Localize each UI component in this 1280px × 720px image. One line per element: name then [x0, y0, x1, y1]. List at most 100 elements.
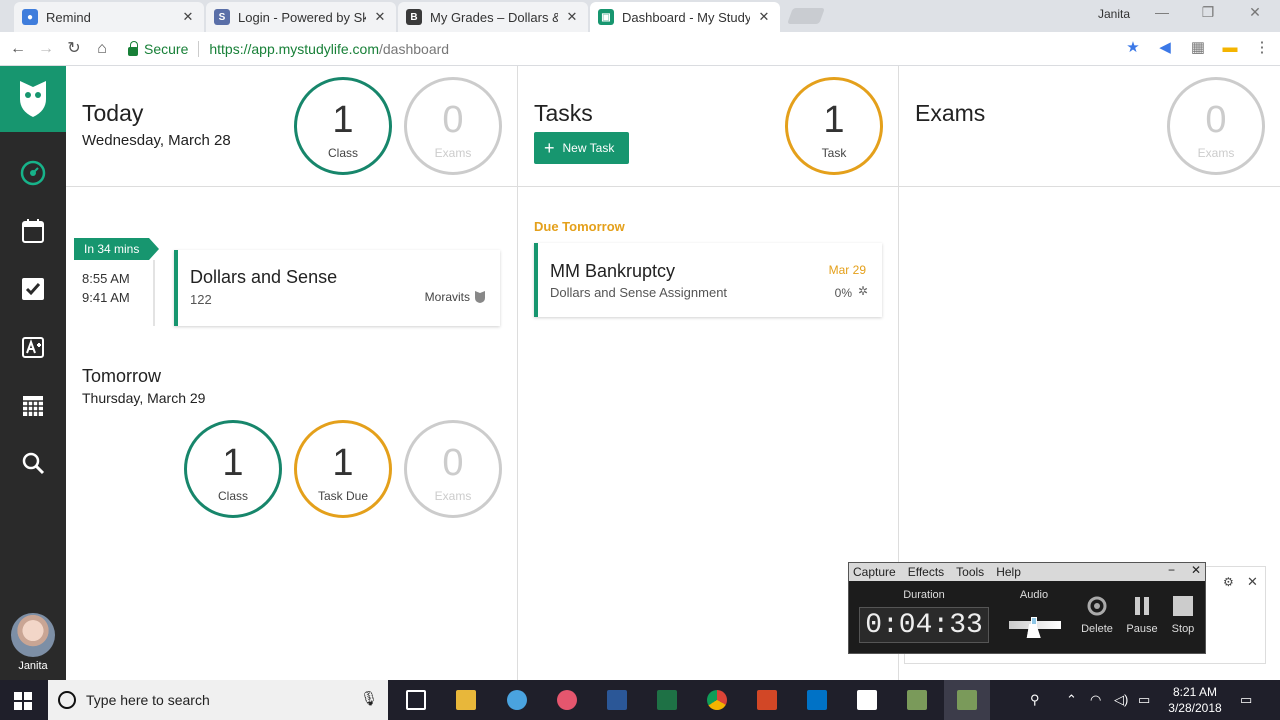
- task-card[interactable]: MM Bankruptcy Dollars and Sense Assignme…: [534, 243, 882, 317]
- tab-remind[interactable]: ● Remind ✕: [14, 2, 204, 32]
- remind-favicon-icon: ●: [22, 9, 38, 25]
- class-room: 122: [190, 292, 212, 307]
- mystudylife-logo[interactable]: [0, 66, 66, 132]
- bookmark-star-icon[interactable]: ★: [1124, 39, 1142, 57]
- tomorrow-exams-ring[interactable]: 0 Exams: [404, 420, 502, 518]
- today-date: Wednesday, March 28: [82, 132, 231, 149]
- class-start-time: 8:55 AM: [82, 271, 130, 286]
- menu-help[interactable]: Help: [996, 565, 1021, 579]
- stop-button[interactable]: Stop: [1165, 595, 1201, 635]
- exams-count-ring[interactable]: 0 Exams: [1167, 77, 1265, 175]
- timeline-bar: [153, 260, 155, 326]
- calendar-day-icon: [22, 219, 44, 243]
- notifications-icon[interactable]: ▭: [1240, 692, 1252, 708]
- delete-label: Delete: [1081, 623, 1113, 635]
- class-name: Dollars and Sense: [190, 267, 338, 287]
- recorder-close-icon[interactable]: ✕: [1191, 563, 1201, 577]
- app-sidebar: Janita: [0, 66, 66, 680]
- tab-my-grades[interactable]: B My Grades – Dollars & Se ✕: [398, 2, 588, 32]
- windows-start-icon[interactable]: [14, 692, 32, 710]
- class-card[interactable]: Dollars and Sense 122 Moravits: [174, 250, 500, 326]
- today-classes-ring[interactable]: 1 Class: [294, 77, 392, 175]
- menu-capture[interactable]: Capture: [853, 565, 896, 579]
- sidebar-item-search[interactable]: [20, 450, 46, 476]
- checkbox-icon: [22, 278, 44, 300]
- duration-label: Duration: [903, 589, 945, 601]
- close-tab-icon[interactable]: ✕: [756, 9, 772, 25]
- summary-row: [66, 66, 1280, 187]
- sidebar-item-calendar[interactable]: [20, 392, 46, 418]
- audio-label: Audio: [1019, 589, 1049, 601]
- forward-arrow-icon[interactable]: →: [35, 38, 57, 60]
- today-exams-ring[interactable]: 0 Exams: [404, 77, 502, 175]
- tasks-count-ring[interactable]: 1 Task: [785, 77, 883, 175]
- tomorrow-tasks-ring[interactable]: 1 Task Due: [294, 420, 392, 518]
- microphone-icon[interactable]: 🎙: [360, 690, 378, 707]
- sidebar-item-exams[interactable]: [20, 334, 46, 360]
- count-label: Exams: [434, 146, 472, 160]
- new-tab-button[interactable]: [787, 8, 825, 24]
- tomorrow-classes-ring[interactable]: 1 Class: [184, 420, 282, 518]
- stop-icon: [1173, 596, 1193, 616]
- paint-app-icon[interactable]: [507, 690, 527, 710]
- url-input[interactable]: Secure https://app.mystudylife.com/dashb…: [120, 36, 1150, 62]
- restore-icon[interactable]: ❐: [1198, 4, 1218, 21]
- outlook-icon[interactable]: [807, 690, 827, 710]
- sidebar-item-dashboard[interactable]: [20, 160, 46, 186]
- system-clock[interactable]: 8:21 AM 3/28/2018: [1160, 684, 1230, 716]
- itunes-icon[interactable]: [557, 690, 577, 710]
- windows-taskbar: Type here to search 🎙 ⚲ ⌃ ◠ ◁) ▭ 8:21 AM…: [0, 680, 1280, 720]
- camtasia-icon[interactable]: [907, 690, 927, 710]
- sticky-notes-icon[interactable]: [857, 690, 877, 710]
- people-icon[interactable]: ⚲: [1030, 692, 1040, 708]
- reload-icon[interactable]: ↻: [63, 38, 85, 60]
- window-close-icon[interactable]: ✕: [1245, 4, 1265, 21]
- recorder-minimize-icon[interactable]: −: [1168, 563, 1175, 577]
- new-task-button[interactable]: + New Task: [534, 132, 629, 164]
- close-tab-icon[interactable]: ✕: [564, 9, 580, 25]
- volume-icon[interactable]: ◁): [1114, 692, 1128, 708]
- user-avatar[interactable]: [11, 613, 55, 657]
- tray-chevron-up-icon[interactable]: ⌃: [1066, 692, 1077, 708]
- home-icon[interactable]: ⌂: [91, 38, 113, 60]
- panel-close-icon[interactable]: ✕: [1247, 574, 1258, 590]
- keep-extension-icon[interactable]: ▬: [1221, 39, 1239, 57]
- minimize-icon[interactable]: —: [1152, 4, 1172, 20]
- tab-login[interactable]: S Login - Powered by Skyw ✕: [206, 2, 396, 32]
- cortana-circle-icon: [58, 691, 76, 709]
- tomorrow-heading: Tomorrow: [82, 366, 162, 386]
- mystudylife-favicon-icon: ▣: [598, 9, 614, 25]
- announce-extension-icon[interactable]: ◀: [1156, 39, 1174, 57]
- delete-button[interactable]: Delete: [1079, 595, 1115, 635]
- menu-effects[interactable]: Effects: [908, 565, 944, 579]
- active-app-highlight[interactable]: [944, 680, 990, 720]
- browser-address-bar: ← → ↻ ⌂ Secure https://app.mystudylife.c…: [0, 32, 1280, 66]
- word-icon[interactable]: [607, 690, 627, 710]
- battery-icon[interactable]: ▭: [1138, 692, 1150, 708]
- sidebar-item-schedule[interactable]: [20, 218, 46, 244]
- back-arrow-icon[interactable]: ←: [7, 38, 29, 60]
- menu-tools[interactable]: Tools: [956, 565, 984, 579]
- column-divider: [517, 66, 518, 680]
- tasks-heading: Tasks: [534, 100, 593, 126]
- sidebar-item-tasks[interactable]: [20, 276, 46, 302]
- browser-profile-name[interactable]: Janita: [1098, 7, 1130, 21]
- taskbar-search-input[interactable]: Type here to search 🎙: [48, 680, 388, 720]
- new-task-label: New Task: [562, 141, 615, 155]
- chrome-icon[interactable]: [707, 690, 727, 710]
- file-explorer-icon[interactable]: [456, 690, 476, 710]
- tab-dashboard[interactable]: ▣ Dashboard - My Study Li ✕: [590, 2, 780, 32]
- task-view-icon[interactable]: [406, 690, 426, 710]
- exams-heading: Exams: [915, 100, 986, 126]
- wifi-icon[interactable]: ◠: [1090, 692, 1101, 708]
- apps-grid-icon[interactable]: ▦: [1189, 39, 1207, 57]
- pause-button[interactable]: Pause: [1124, 595, 1160, 635]
- close-tab-icon[interactable]: ✕: [372, 9, 388, 25]
- settings-gear-icon[interactable]: ⚙: [1223, 575, 1234, 589]
- powerpoint-icon[interactable]: [757, 690, 777, 710]
- browser-tab-bar: ● Remind ✕ S Login - Powered by Skyw ✕ B…: [0, 0, 1280, 32]
- excel-icon[interactable]: [657, 690, 677, 710]
- grades-favicon-icon: B: [406, 9, 422, 25]
- close-tab-icon[interactable]: ✕: [180, 9, 196, 25]
- menu-kebab-icon[interactable]: ⋮: [1253, 39, 1271, 57]
